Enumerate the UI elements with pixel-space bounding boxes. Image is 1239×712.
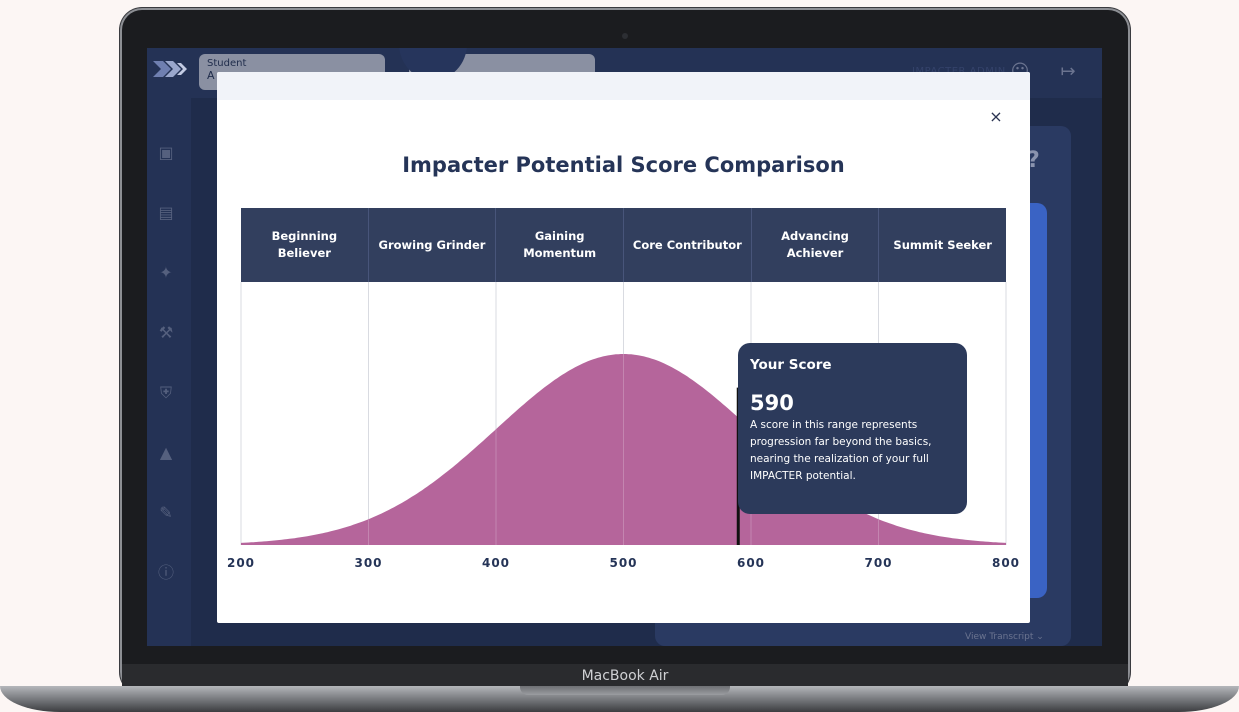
x-tick-label: 500 (609, 556, 637, 570)
x-tick-label: 400 (482, 556, 510, 570)
x-tick-label: 200 (227, 556, 255, 570)
tooltip-score: 590 (750, 391, 794, 415)
learning-icon[interactable]: ▲ (155, 442, 177, 464)
activity-icon[interactable]: ✦ (155, 262, 177, 284)
laptop-base-notch (520, 686, 730, 695)
student-selector-label: Student (207, 58, 247, 69)
help-icon[interactable]: ⓘ (155, 562, 177, 584)
your-score-tooltip: Your Score 590 A score in this range rep… (738, 343, 967, 514)
notes-icon[interactable]: ✎ (155, 502, 177, 524)
tooltip-description: A score in this range represents progres… (750, 419, 932, 482)
sidebar: ▣ ▤ ✦ ⚒ ⛨ ▲ ✎ ⓘ (147, 98, 191, 646)
x-tick-label: 300 (354, 556, 382, 570)
brand-logo-icon[interactable] (151, 58, 189, 80)
tools-icon[interactable]: ⚒ (155, 322, 177, 344)
security-shield-icon[interactable]: ⛨ (155, 382, 177, 404)
profile-card-icon[interactable]: ▤ (155, 202, 177, 224)
score-comparison-modal: × Impacter Potential Score Comparison Be… (217, 72, 1030, 623)
camera-dot (622, 33, 628, 39)
logout-icon[interactable]: ↦ (1057, 61, 1079, 83)
view-transcript-link[interactable]: View Transcript ⌄ (965, 632, 1044, 642)
device-label: MacBook Air (122, 664, 1128, 688)
x-tick-label: 600 (737, 556, 765, 570)
x-tick-label: 700 (864, 556, 892, 570)
tooltip-title: Your Score (750, 357, 832, 373)
x-tick-label: 800 (992, 556, 1020, 570)
dashboard-icon[interactable]: ▣ (155, 142, 177, 164)
